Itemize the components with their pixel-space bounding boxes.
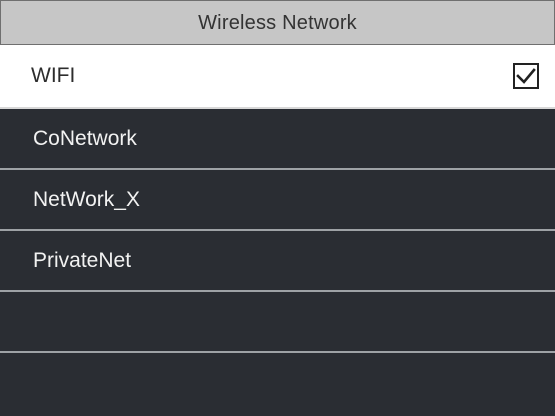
network-item-privatenet[interactable]: PrivateNet (0, 231, 555, 292)
wifi-label: WIFI (31, 64, 76, 87)
network-name: PrivateNet (33, 248, 132, 272)
wireless-network-screen: Wireless Network WIFI CoNetwork NetWork_… (0, 0, 555, 416)
network-item-empty-1[interactable] (0, 292, 555, 353)
checkbox-checked-icon (516, 68, 536, 84)
network-name: NetWork_X (33, 187, 140, 211)
network-item-empty-2[interactable] (0, 353, 555, 414)
wifi-toggle-row[interactable]: WIFI (0, 45, 555, 109)
network-name: CoNetwork (33, 126, 137, 150)
wifi-checkbox[interactable] (513, 63, 539, 89)
title-bar: Wireless Network (0, 0, 555, 45)
network-item-conetwork[interactable]: CoNetwork (0, 109, 555, 170)
page-title: Wireless Network (198, 11, 357, 34)
network-item-network-x[interactable]: NetWork_X (0, 170, 555, 231)
network-list: CoNetwork NetWork_X PrivateNet (0, 109, 555, 416)
